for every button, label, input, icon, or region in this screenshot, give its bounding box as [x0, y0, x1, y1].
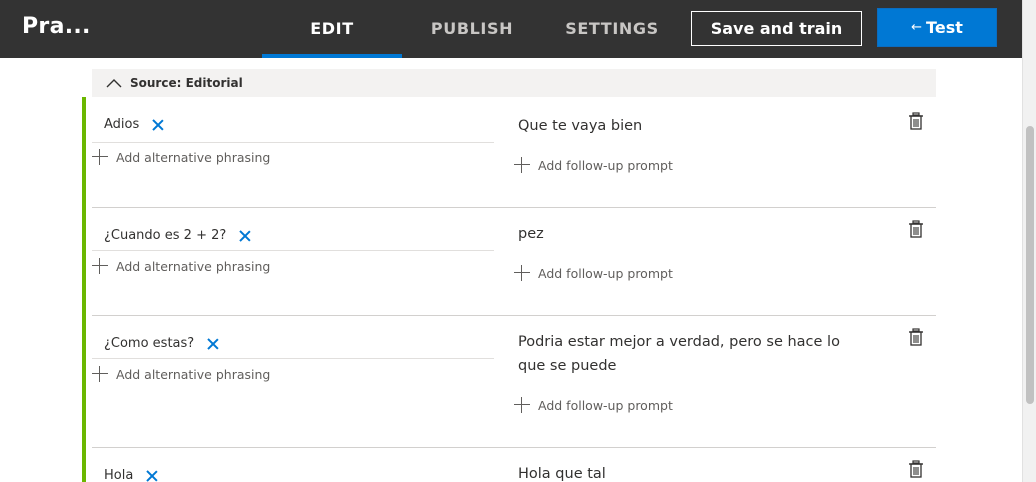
- question-text[interactable]: ¿Cuando es 2 + 2?: [104, 228, 226, 243]
- add-follow-up-prompt-button[interactable]: Add follow-up prompt: [514, 265, 673, 281]
- qna-pair: Adios Add alternative phrasing Que te va…: [92, 97, 936, 207]
- answer-text[interactable]: Podria estar mejor a verdad, pero se hac…: [518, 330, 868, 378]
- add-alternative-phrasing-label: Add alternative phrasing: [116, 149, 271, 165]
- trash-icon[interactable]: [908, 328, 924, 346]
- question-chip: Hola: [104, 468, 159, 482]
- test-button[interactable]: ← Test: [877, 8, 997, 47]
- close-icon[interactable]: [145, 469, 159, 482]
- divider: [92, 142, 494, 143]
- add-alternative-phrasing-button[interactable]: Add alternative phrasing: [92, 258, 270, 274]
- qna-pair: ¿Cuando es 2 + 2? Add alternative phrasi…: [92, 208, 936, 315]
- add-alternative-phrasing-label: Add alternative phrasing: [116, 366, 271, 382]
- question-text[interactable]: Adios: [104, 117, 139, 132]
- plus-icon: [92, 258, 108, 274]
- trash-icon[interactable]: [908, 460, 924, 478]
- add-follow-up-prompt-label: Add follow-up prompt: [538, 265, 673, 281]
- tab-publish[interactable]: PUBLISH: [402, 0, 542, 58]
- section-title: Source: Editorial: [130, 76, 243, 90]
- divider: [92, 358, 494, 359]
- arrow-left-icon: ←: [911, 20, 923, 35]
- question-chip: ¿Cuando es 2 + 2?: [104, 228, 252, 243]
- plus-icon: [514, 157, 530, 173]
- add-follow-up-prompt-label: Add follow-up prompt: [538, 157, 673, 173]
- source-section-header[interactable]: Source: Editorial: [92, 69, 936, 97]
- chevron-up-icon[interactable]: [106, 78, 122, 88]
- question-chip: ¿Como estas?: [104, 336, 220, 351]
- tab-settings[interactable]: SETTINGS: [542, 0, 682, 58]
- answer-text[interactable]: Que te vaya bien: [518, 114, 868, 138]
- answer-text[interactable]: Hola que tal: [518, 462, 868, 482]
- close-icon[interactable]: [151, 118, 165, 132]
- add-alternative-phrasing-button[interactable]: Add alternative phrasing: [92, 149, 270, 165]
- app-title[interactable]: Pra...: [22, 14, 91, 39]
- qna-pair: Hola Hola que tal: [92, 448, 936, 482]
- question-chip: Adios: [104, 117, 165, 132]
- plus-icon: [92, 366, 108, 382]
- vertical-scrollbar[interactable]: [1022, 0, 1036, 482]
- add-follow-up-prompt-button[interactable]: Add follow-up prompt: [514, 397, 673, 413]
- tab-edit[interactable]: EDIT: [262, 0, 402, 58]
- save-and-train-button[interactable]: Save and train: [691, 11, 862, 46]
- close-icon[interactable]: [206, 337, 220, 351]
- top-bar: Pra... EDIT PUBLISH SETTINGS Save and tr…: [0, 0, 1022, 58]
- section-accent-bar: [82, 97, 86, 482]
- qna-pair: ¿Como estas? Add alternative phrasing Po…: [92, 316, 936, 447]
- add-alternative-phrasing-button[interactable]: Add alternative phrasing: [92, 366, 270, 382]
- add-follow-up-prompt-button[interactable]: Add follow-up prompt: [514, 157, 673, 173]
- plus-icon: [92, 149, 108, 165]
- trash-icon[interactable]: [908, 112, 924, 130]
- close-icon[interactable]: [238, 229, 252, 243]
- question-text[interactable]: ¿Como estas?: [104, 336, 194, 351]
- answer-text[interactable]: pez: [518, 222, 868, 246]
- divider: [92, 250, 494, 251]
- trash-icon[interactable]: [908, 220, 924, 238]
- add-follow-up-prompt-label: Add follow-up prompt: [538, 397, 673, 413]
- question-text[interactable]: Hola: [104, 468, 133, 482]
- test-button-label: Test: [926, 18, 963, 37]
- add-alternative-phrasing-label: Add alternative phrasing: [116, 258, 271, 274]
- plus-icon: [514, 397, 530, 413]
- plus-icon: [514, 265, 530, 281]
- scrollbar-thumb[interactable]: [1026, 126, 1034, 404]
